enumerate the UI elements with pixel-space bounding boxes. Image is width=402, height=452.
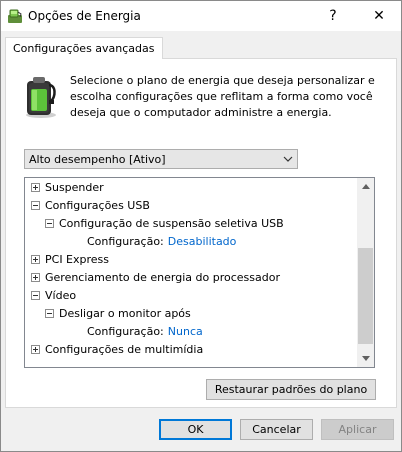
tree-item-pci-express[interactable]: PCI Express — [31, 251, 109, 269]
power-plan-select[interactable]: Alto desempenho [Ativo] — [24, 149, 298, 169]
tree-setting-usb[interactable]: Configuração: Desabilitado — [87, 233, 236, 251]
help-button[interactable]: ? — [311, 1, 355, 31]
tree-item-multimedia[interactable]: Configurações de multimídia — [31, 341, 203, 359]
setting-label: Configuração: — [87, 325, 164, 338]
tree-item-label: Suspender — [45, 181, 104, 194]
collapse-icon[interactable] — [45, 219, 54, 228]
battery-icon — [26, 77, 56, 118]
tree-item-video[interactable]: Vídeo — [31, 287, 76, 305]
settings-tree[interactable]: Suspender Configurações USB Configuração… — [24, 177, 375, 368]
advanced-settings-panel: Selecione o plano de energia que deseja … — [5, 58, 397, 408]
tree-item-suspend[interactable]: Suspender — [31, 179, 104, 197]
power-plan-selected: Alto desempenho [Ativo] — [29, 153, 166, 166]
expand-icon[interactable] — [31, 183, 40, 192]
chevron-down-icon — [283, 156, 293, 162]
scroll-up-arrow-icon[interactable] — [357, 178, 374, 195]
tree-item-usb[interactable]: Configurações USB — [31, 197, 150, 215]
power-options-icon — [8, 9, 22, 23]
restore-defaults-button[interactable]: Restaurar padrões do plano — [206, 379, 376, 400]
expand-icon[interactable] — [31, 345, 40, 354]
apply-button[interactable]: Aplicar — [321, 419, 394, 440]
close-button[interactable]: ✕ — [357, 1, 401, 31]
tree-item-label: Configurações USB — [45, 199, 150, 212]
tree-item-label: Configurações de multimídia — [45, 343, 204, 356]
tree-item-processor[interactable]: Gerenciamento de energia do processador — [31, 269, 280, 287]
description-text: Selecione o plano de energia que deseja … — [70, 74, 375, 119]
setting-value-link[interactable]: Desabilitado — [168, 235, 237, 248]
collapse-icon[interactable] — [31, 291, 40, 300]
collapse-icon[interactable] — [31, 201, 40, 210]
tree-setting-monitor[interactable]: Configuração: Nunca — [87, 323, 203, 341]
tree-item-usb-selective-suspend[interactable]: Configuração de suspensão seletiva USB — [45, 215, 284, 233]
setting-value-link[interactable]: Nunca — [168, 325, 203, 338]
power-options-window: Opções de Energia ? ✕ Configurações avan… — [0, 0, 402, 452]
tree-item-label: PCI Express — [45, 253, 110, 266]
vertical-scrollbar[interactable] — [357, 178, 374, 367]
title-bar: Opções de Energia ? ✕ — [1, 1, 401, 31]
expand-icon[interactable] — [31, 273, 40, 282]
expand-icon[interactable] — [31, 255, 40, 264]
window-title: Opções de Energia — [28, 9, 141, 23]
setting-label: Configuração: — [87, 235, 164, 248]
tree-item-monitor-off[interactable]: Desligar o monitor após — [45, 305, 191, 323]
scrollbar-thumb[interactable] — [358, 248, 373, 344]
tree-item-label: Desligar o monitor após — [59, 307, 191, 320]
ok-button[interactable]: OK — [159, 419, 232, 440]
tree-item-label: Configuração de suspensão seletiva USB — [59, 217, 284, 230]
tree-item-label: Gerenciamento de energia do processador — [45, 271, 280, 284]
scroll-down-arrow-icon[interactable] — [357, 350, 374, 367]
cancel-button[interactable]: Cancelar — [240, 419, 313, 440]
tree-item-label: Vídeo — [45, 289, 77, 302]
tab-advanced-settings[interactable]: Configurações avançadas — [5, 37, 163, 59]
collapse-icon[interactable] — [45, 309, 54, 318]
